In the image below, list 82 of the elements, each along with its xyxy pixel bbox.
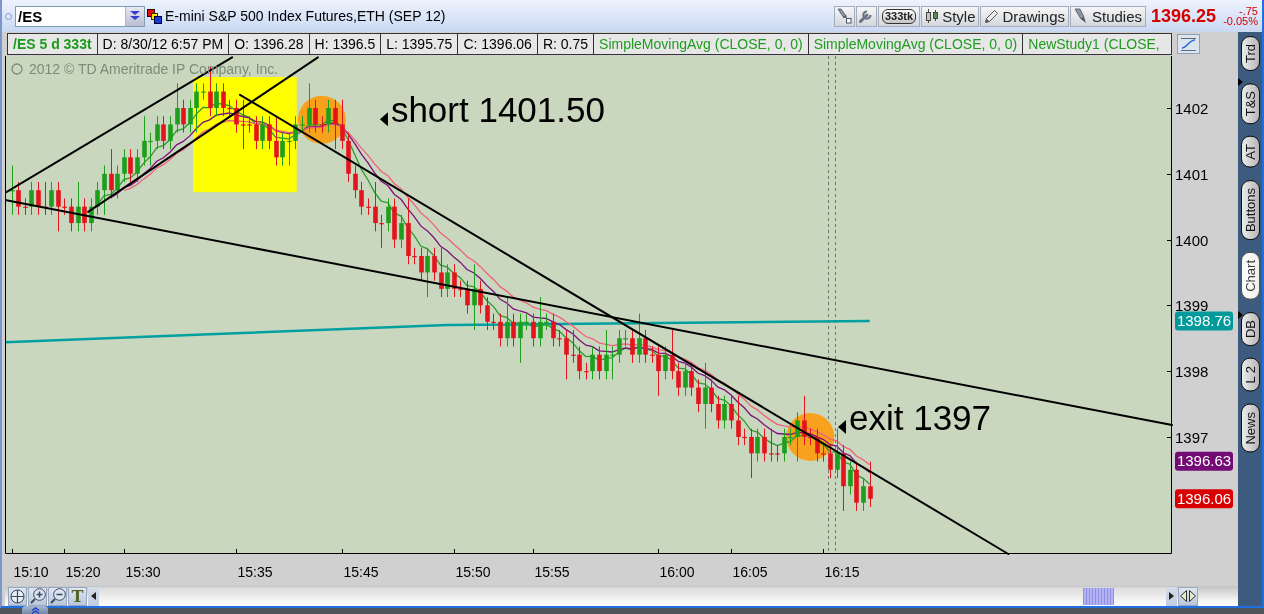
annotation-label: short 1401.50 — [390, 90, 605, 130]
axis-label: 16:05 — [732, 564, 768, 580]
side-tab[interactable]: L 2 — [1240, 357, 1260, 392]
scroll-right-button[interactable] — [1166, 586, 1177, 606]
quote-value: O: 1396.28 — [229, 33, 310, 55]
wrench-button[interactable] — [856, 5, 877, 27]
axis-label: 15:55 — [534, 564, 570, 580]
chevron-down-icon — [129, 10, 141, 22]
circle-icon — [11, 63, 23, 75]
price-badge: 1396.06 — [1175, 489, 1233, 509]
side-tab[interactable]: DB — [1240, 311, 1260, 346]
triangle-icon — [379, 112, 388, 127]
chevron-up-icon — [30, 606, 40, 614]
pencil-icon — [984, 8, 1000, 24]
text-tool-button[interactable]: T — [68, 586, 87, 606]
axis-label: 1399 — [1175, 296, 1209, 314]
side-tab[interactable]: T&S — [1240, 83, 1260, 125]
caret-left-icon — [91, 592, 96, 600]
tick-button[interactable]: 333tk — [878, 5, 921, 27]
squares-icon — [147, 8, 162, 24]
axis-label: 15:10 — [13, 564, 49, 580]
quote-value: L: 1395.75 — [381, 33, 459, 55]
side-tab[interactable]: Trd — [1240, 36, 1260, 72]
zoom-in-button[interactable] — [28, 586, 47, 606]
brush-button[interactable] — [834, 5, 855, 27]
candlestick-icon — [925, 8, 940, 24]
symbol-field[interactable]: /ES — [15, 5, 145, 27]
axis-label: 16:00 — [659, 564, 695, 580]
annotation-label: exit 1397 — [849, 398, 992, 438]
brush-icon — [836, 8, 853, 24]
curve-icon — [1180, 36, 1197, 52]
axis-label: 15:50 — [455, 564, 491, 580]
quote-value: D: 8/30/12 6:57 PM — [97, 33, 230, 55]
last-price: 1396.25 — [1151, 5, 1217, 27]
side-tab[interactable]: News — [1240, 403, 1260, 453]
axis-label: 15:30 — [125, 564, 161, 580]
percent-change: -0.05% — [1223, 16, 1258, 26]
dropdown-button[interactable] — [125, 6, 144, 26]
toolbar-button[interactable]: Drawings — [980, 5, 1069, 27]
side-tab[interactable]: Buttons — [1240, 180, 1260, 241]
crosshair-button[interactable] — [8, 586, 27, 606]
double-arrow-icon — [1180, 590, 1196, 602]
toolbar-button[interactable]: Style — [921, 5, 980, 27]
triangle-icon — [838, 420, 846, 435]
wrench-icon — [858, 8, 875, 24]
caret-right-icon — [1169, 592, 1174, 600]
axis-label: 16:15 — [824, 564, 860, 580]
axis-label: 15:20 — [65, 564, 101, 580]
net-change: -.75 — [1239, 6, 1258, 16]
zoom-in-icon — [29, 588, 46, 604]
window-title: E-mini S&P 500 Index Futures,ETH (SEP 12) — [165, 8, 446, 24]
expand-tab[interactable] — [22, 606, 48, 614]
axis-label: 15:45 — [343, 564, 379, 580]
axis-label: 1397 — [1175, 428, 1209, 446]
axis-label: 1402 — [1175, 99, 1209, 117]
crosshair-icon — [10, 588, 25, 604]
scrollbar-thumb[interactable] — [1083, 587, 1114, 605]
toolbar-button[interactable]: Studies — [1070, 5, 1147, 27]
price-badge: 1396.63 — [1175, 451, 1233, 471]
triangle-icon — [1238, 311, 1243, 319]
curve-button[interactable] — [1177, 34, 1200, 54]
triangle-icon — [1238, 78, 1243, 86]
quote-value: R: 0.75 — [537, 33, 595, 55]
circle-icon — [5, 12, 12, 20]
study-label: SimpleMovingAvg (CLOSE, 0, 0) — [808, 33, 1024, 55]
quote-value: C: 1396.06 — [458, 33, 538, 55]
axis-label: 1400 — [1175, 231, 1209, 249]
side-tab[interactable]: AT — [1240, 136, 1260, 168]
price-badge: 1398.76 — [1175, 311, 1233, 331]
side-tab[interactable]: Chart — [1240, 252, 1260, 300]
zoom-out-icon — [49, 588, 66, 604]
quote-value: H: 1396.5 — [309, 33, 382, 55]
zoom-out-button[interactable] — [48, 586, 67, 606]
expand-button[interactable] — [1178, 586, 1198, 606]
scroll-left-button[interactable] — [88, 586, 99, 606]
symbol-label: /ES 5 d 333t — [7, 33, 98, 55]
study-label: SimpleMovingAvg (CLOSE, 0, 0) — [594, 33, 809, 55]
study-label: NewStudy1 (CLOSE, — [1023, 33, 1172, 55]
brush-icon — [1074, 8, 1089, 24]
axis-label: 15:35 — [237, 564, 273, 580]
axis-label: 1398 — [1175, 362, 1209, 380]
axis-label: 1401 — [1175, 165, 1209, 183]
